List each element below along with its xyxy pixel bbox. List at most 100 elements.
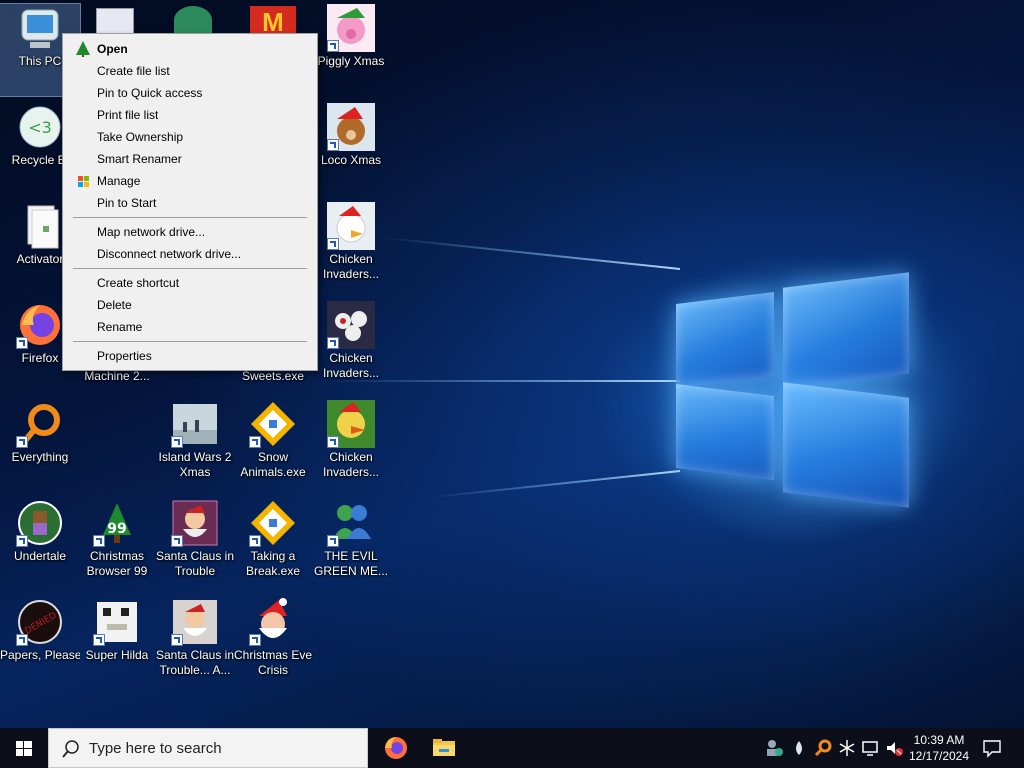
network-user-icon[interactable] xyxy=(764,738,784,758)
christmas-tree-icon: 99 xyxy=(93,499,141,547)
start-button[interactable] xyxy=(0,728,48,768)
taskbar-file-explorer[interactable] xyxy=(420,728,468,768)
santa-trouble-a-icon-shortcut[interactable]: Santa Claus in Trouble... A... xyxy=(155,598,235,690)
shortcut-arrow-icon xyxy=(249,436,261,448)
logo-pane-bottom-left xyxy=(676,383,774,481)
menu-item-pin-quick-access[interactable]: Pin to Quick access xyxy=(63,82,317,104)
drop-icon[interactable] xyxy=(789,738,809,758)
menu-item-open[interactable]: Open xyxy=(63,38,317,60)
shortcut-arrow-icon xyxy=(171,535,183,547)
undertale-icon-shortcut[interactable]: Undertale xyxy=(0,499,80,591)
menu-item-label: Pin to Start xyxy=(97,196,157,210)
search-icon xyxy=(62,740,79,758)
icon-label-line2: Animals.exe xyxy=(240,465,306,479)
evil-green-icon-shortcut[interactable]: THE EVIL GREEN ME... xyxy=(311,499,391,591)
pig-icon xyxy=(327,4,375,52)
taking-break-icon-shortcut[interactable]: Taking a Break.exe xyxy=(233,499,313,591)
menu-item-map-network-drive[interactable]: Map network drive... xyxy=(63,221,317,243)
snow-animals-icon-shortcut[interactable]: Snow Animals.exe xyxy=(233,400,313,492)
menu-item-properties[interactable]: Properties xyxy=(63,345,317,367)
icon-label: Everything xyxy=(11,450,69,464)
firefox-icon xyxy=(385,737,407,759)
menu-item-create-file-list[interactable]: Create file list xyxy=(63,60,317,82)
snowflake-icon[interactable] xyxy=(837,738,857,758)
everything-icon-shortcut[interactable]: Everything xyxy=(0,400,80,492)
icon-label: THE EVIL xyxy=(324,549,378,563)
hidden-icon-top[interactable] xyxy=(174,6,212,34)
papers-please-icon: DENIED xyxy=(16,598,64,646)
icon-label-line2: Xmas xyxy=(179,465,211,479)
clock-time: 10:39 AM xyxy=(913,733,965,747)
loco-icon-shortcut[interactable]: Loco Xmas xyxy=(311,103,391,195)
menu-item-label: Create shortcut xyxy=(97,276,180,290)
icon-label-line2: Invaders... xyxy=(322,267,380,281)
island-wars-icon-shortcut[interactable]: Island Wars 2 Xmas xyxy=(155,400,235,492)
super-hilda-icon-shortcut[interactable]: Super Hilda xyxy=(77,598,157,690)
menu-item-print-file-list[interactable]: Print file list xyxy=(63,104,317,126)
search-tool-icon[interactable] xyxy=(813,738,833,758)
icon-label: Super Hilda xyxy=(85,648,149,662)
menu-item-label: Map network drive... xyxy=(97,225,206,239)
volume-muted-icon[interactable] xyxy=(884,738,904,758)
icon-label-line2: GREEN ME... xyxy=(313,564,388,578)
santa-face-icon xyxy=(249,598,297,646)
menu-separator xyxy=(73,217,307,218)
menu-item-rename[interactable]: Rename xyxy=(63,316,317,338)
shortcut-arrow-icon xyxy=(16,634,28,646)
icon-label: Santa Claus in xyxy=(155,648,235,662)
clock[interactable]: 10:39 AM 12/17/2024 xyxy=(904,732,974,764)
menu-item-manage[interactable]: Manage xyxy=(63,170,317,192)
menu-item-label: Pin to Quick access xyxy=(97,86,203,100)
menu-item-delete[interactable]: Delete xyxy=(63,294,317,316)
file-explorer-icon xyxy=(433,739,455,756)
menu-item-label: Take Ownership xyxy=(97,130,184,144)
recycle-bin-icon: <3 xyxy=(16,103,64,151)
hidden-icon-top[interactable] xyxy=(96,8,134,36)
icon-label: Loco Xmas xyxy=(320,153,382,167)
menu-item-label: Manage xyxy=(97,174,141,188)
logo-pane-top-left xyxy=(676,291,774,389)
display-icon[interactable] xyxy=(861,738,881,758)
shortcut-arrow-icon xyxy=(327,337,339,349)
icon-label-line2: Invaders... xyxy=(322,465,380,479)
christmas-eve-icon-shortcut[interactable]: Christmas Eve Crisis xyxy=(233,598,313,690)
santa-trouble-icon-shortcut[interactable]: Santa Claus in Trouble xyxy=(155,499,235,591)
papers-please-icon-shortcut[interactable]: DENIED Papers, Please xyxy=(0,598,80,690)
chicken-icon xyxy=(327,400,375,448)
menu-item-label: Smart Renamer xyxy=(97,152,182,166)
icon-label: Christmas xyxy=(89,549,144,563)
magnifier-icon xyxy=(16,400,64,448)
shortcut-arrow-icon xyxy=(327,238,339,250)
icon-label-line2: Trouble... A... xyxy=(159,663,231,677)
shortcut-arrow-icon xyxy=(249,535,261,547)
chicken-invaders-3-icon-shortcut[interactable]: Chicken Invaders... xyxy=(311,400,391,492)
menu-item-pin-to-start[interactable]: Pin to Start xyxy=(63,192,317,214)
notifications-icon[interactable] xyxy=(982,738,1002,758)
christmas-browser-icon-shortcut[interactable]: 99 Christmas Browser 99 xyxy=(77,499,157,591)
shortcut-arrow-icon xyxy=(16,436,28,448)
piggly-icon-shortcut[interactable]: Piggly Xmas xyxy=(311,4,391,96)
chicken-invaders-2-icon-shortcut[interactable]: Chicken Invaders... xyxy=(311,301,391,393)
chicken-invaders-1-icon-shortcut[interactable]: Chicken Invaders... xyxy=(311,202,391,294)
shortcut-arrow-icon xyxy=(327,535,339,547)
menu-item-label: Create file list xyxy=(97,64,170,78)
chicken-icon xyxy=(327,301,375,349)
santa-icon xyxy=(171,598,219,646)
mcdonalds-icon[interactable]: M xyxy=(250,6,296,34)
icon-label: Chicken xyxy=(329,450,373,464)
icon-label-line2: Browser 99 xyxy=(86,564,148,578)
icon-label: Island Wars 2 xyxy=(158,450,232,464)
menu-item-label: Delete xyxy=(97,298,132,312)
computer-icon xyxy=(16,4,64,52)
taskbar-firefox[interactable] xyxy=(372,728,420,768)
icon-label-line2: Break.exe xyxy=(245,564,301,578)
icon-label: Taking a xyxy=(250,549,296,563)
shortcut-arrow-icon xyxy=(171,634,183,646)
menu-item-create-shortcut[interactable]: Create shortcut xyxy=(63,272,317,294)
menu-item-take-ownership[interactable]: Take Ownership xyxy=(63,126,317,148)
menu-item-disconnect-network-drive[interactable]: Disconnect network drive... xyxy=(63,243,317,265)
menu-item-smart-renamer[interactable]: Smart Renamer xyxy=(63,148,317,170)
search-box[interactable]: Type here to search xyxy=(48,728,368,768)
shortcut-arrow-icon xyxy=(93,634,105,646)
logo-pane-top-right xyxy=(783,272,909,389)
